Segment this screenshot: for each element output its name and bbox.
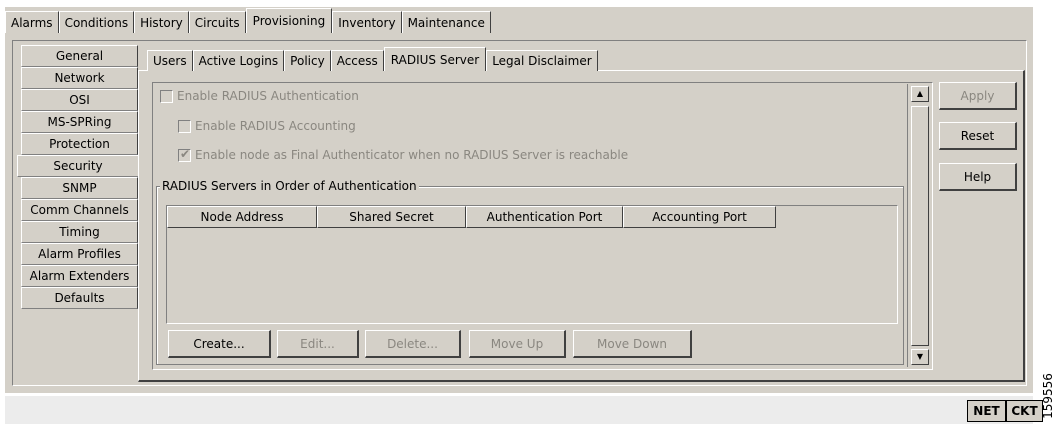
move-down-button[interactable]: Move Down xyxy=(573,330,692,358)
nav-alarm-extenders[interactable]: Alarm Extenders xyxy=(21,265,138,287)
enable-radius-accounting-label: Enable RADIUS Accounting xyxy=(195,119,356,133)
nav-ms-spring[interactable]: MS-SPRing xyxy=(21,111,138,133)
help-button[interactable]: Help xyxy=(939,163,1017,191)
tab-provisioning[interactable]: Provisioning xyxy=(245,8,333,33)
enable-radius-accounting-checkbox[interactable] xyxy=(178,119,191,133)
figure-id-text: 159556 xyxy=(1041,373,1055,419)
enable-radius-auth-checkbox[interactable] xyxy=(160,89,173,103)
vertical-scrollbar[interactable]: ▲ ▼ xyxy=(907,84,931,367)
edit-button[interactable]: Edit... xyxy=(277,330,359,358)
final-authenticator-row[interactable]: ✔ Enable node as Final Authenticator whe… xyxy=(178,146,629,162)
enable-radius-auth-row[interactable]: Enable RADIUS Authentication xyxy=(160,89,359,103)
reset-button[interactable]: Reset xyxy=(939,122,1017,150)
nav-protection[interactable]: Protection xyxy=(21,133,138,155)
column-header-authentication-port[interactable]: Authentication Port xyxy=(466,206,623,228)
figure-id: 159556 xyxy=(1036,367,1060,425)
nav-timing[interactable]: Timing xyxy=(21,221,138,243)
radius-servers-table[interactable]: Node Address Shared Secret Authenticatio… xyxy=(166,205,898,324)
final-authenticator-checkbox[interactable]: ✔ xyxy=(178,146,191,162)
subtab-radius-server[interactable]: RADIUS Server xyxy=(383,47,487,71)
sub-tab-bar: Users Active Logins Policy Access RADIUS… xyxy=(147,47,598,71)
scrollbar-thumb[interactable] xyxy=(911,106,929,346)
nav-osi[interactable]: OSI xyxy=(21,89,138,111)
enable-radius-accounting-row[interactable]: Enable RADIUS Accounting xyxy=(178,119,356,133)
nav-snmp[interactable]: SNMP xyxy=(21,177,138,199)
column-header-accounting-port[interactable]: Accounting Port xyxy=(623,206,776,228)
create-button[interactable]: Create... xyxy=(168,330,271,358)
move-up-button[interactable]: Move Up xyxy=(469,330,566,358)
tab-history[interactable]: History xyxy=(134,11,189,33)
nav-network[interactable]: Network xyxy=(21,67,138,89)
table-header: Node Address Shared Secret Authenticatio… xyxy=(167,206,897,228)
subtab-users[interactable]: Users xyxy=(147,50,193,71)
net-badge[interactable]: NET xyxy=(967,400,1006,422)
tab-circuits[interactable]: Circuits xyxy=(188,11,246,33)
nav-security[interactable]: Security xyxy=(17,155,138,177)
tab-inventory[interactable]: Inventory xyxy=(332,11,402,33)
tab-conditions[interactable]: Conditions xyxy=(58,11,135,33)
final-authenticator-label: Enable node as Final Authenticator when … xyxy=(195,148,629,162)
radius-servers-group-title: RADIUS Servers in Order of Authenticatio… xyxy=(160,179,419,193)
subtab-access[interactable]: Access xyxy=(330,50,384,71)
nav-general[interactable]: General xyxy=(21,45,138,67)
delete-button[interactable]: Delete... xyxy=(365,330,461,358)
nav-defaults[interactable]: Defaults xyxy=(21,287,138,309)
nav-comm-channels[interactable]: Comm Channels xyxy=(21,199,138,221)
column-header-shared-secret[interactable]: Shared Secret xyxy=(317,206,466,228)
subtab-policy[interactable]: Policy xyxy=(284,50,331,71)
status-bar xyxy=(5,396,1033,424)
subtab-legal-disclaimer[interactable]: Legal Disclaimer xyxy=(486,50,598,71)
scroll-up-arrow-icon[interactable]: ▲ xyxy=(911,86,929,102)
top-tab-bar: Alarms Conditions History Circuits Provi… xyxy=(5,7,491,33)
side-nav: General Network OSI MS-SPRing Protection… xyxy=(17,45,138,309)
checkmark-icon: ✔ xyxy=(180,146,191,161)
tab-alarms[interactable]: Alarms xyxy=(5,11,59,33)
subtab-active-logins[interactable]: Active Logins xyxy=(192,50,285,71)
column-header-node-address[interactable]: Node Address xyxy=(167,206,317,228)
nav-alarm-profiles[interactable]: Alarm Profiles xyxy=(21,243,138,265)
tab-maintenance[interactable]: Maintenance xyxy=(401,11,491,33)
scroll-down-arrow-icon[interactable]: ▼ xyxy=(911,349,929,365)
enable-radius-auth-label: Enable RADIUS Authentication xyxy=(177,89,359,103)
apply-button[interactable]: Apply xyxy=(939,82,1017,110)
